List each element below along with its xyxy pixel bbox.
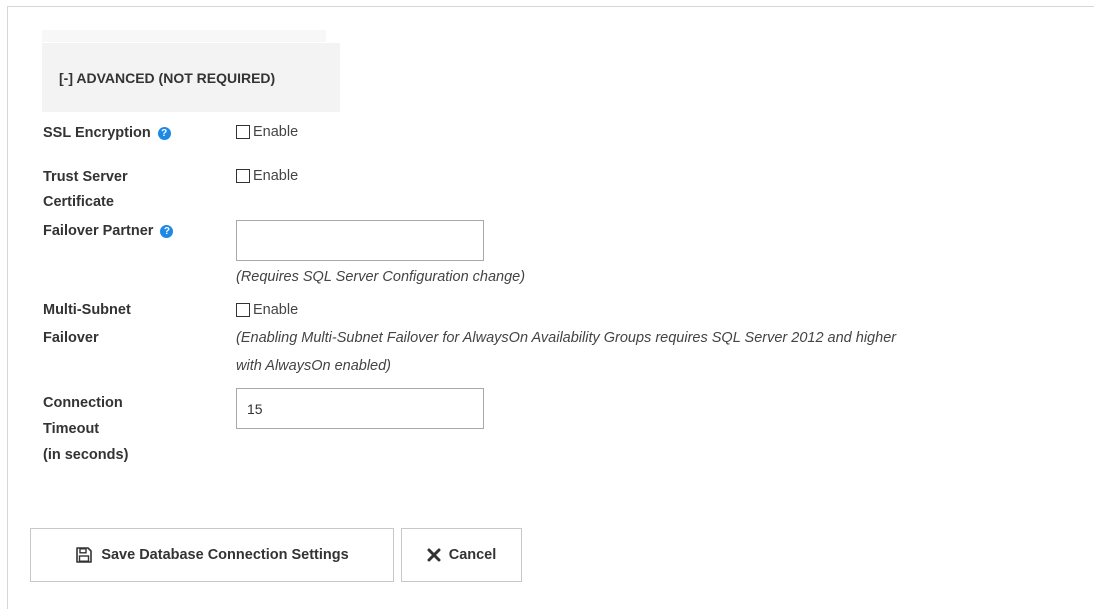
floppy-disk-icon [75, 546, 93, 564]
checkbox-box[interactable] [236, 169, 250, 183]
checkbox-label: Enable [253, 124, 299, 140]
ssl-encryption-checkbox[interactable]: Enable [236, 124, 298, 140]
checkbox-box[interactable] [236, 303, 250, 317]
cancel-button-label: Cancel [448, 547, 497, 563]
section-title: [-] ADVANCED (NOT REQUIRED) [59, 69, 276, 86]
trust-server-certificate-label: Trust Server Certificate [43, 169, 128, 210]
ssl-encryption-label: SSL Encryption ? [43, 121, 171, 146]
multi-subnet-failover-checkbox[interactable]: Enable [236, 302, 298, 318]
checkbox-box[interactable] [236, 125, 250, 139]
help-icon[interactable]: ? [157, 127, 171, 140]
advanced-section-toggle[interactable]: [-] ADVANCED (NOT REQUIRED) [42, 43, 340, 112]
save-button-label: Save Database Connection Settings [101, 547, 349, 563]
failover-partner-label: Failover Partner ? [43, 219, 174, 244]
multi-subnet-note: (Enabling Multi-Subnet Failover for Alwa… [236, 330, 897, 374]
help-icon[interactable]: ? [160, 225, 174, 238]
checkbox-label: Enable [253, 302, 299, 318]
x-icon [427, 548, 441, 562]
save-settings-button[interactable]: Save Database Connection Settings [30, 528, 394, 582]
top-strip [42, 30, 326, 42]
connection-timeout-label: Connection Timeout (in seconds) [43, 395, 129, 463]
multi-subnet-failover-label: Multi-Subnet Failover [43, 302, 131, 346]
failover-partner-input[interactable] [236, 220, 484, 261]
failover-partner-note: (Requires SQL Server Configuration chang… [236, 269, 526, 285]
trust-server-certificate-checkbox[interactable]: Enable [236, 168, 298, 184]
checkbox-label: Enable [253, 168, 299, 184]
connection-timeout-input[interactable] [236, 388, 484, 429]
cancel-button[interactable]: Cancel [401, 528, 522, 582]
